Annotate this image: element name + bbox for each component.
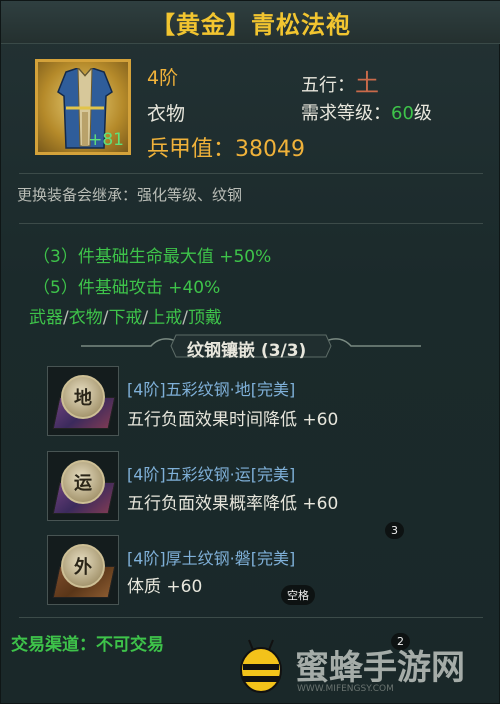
item-tooltip: 【黄金】青松法袍 +81 4阶 衣物 兵甲值：38049 五行：土 需求等级：6…	[0, 0, 500, 704]
bee-logo-icon	[240, 639, 282, 693]
inherit-note: 更换装备会继承：强化等级、纹钢	[17, 186, 243, 204]
set-bonus-3: （3）件基础生命最大值 +50%	[33, 247, 272, 267]
enhance-level: +81	[88, 130, 124, 150]
divider	[19, 173, 483, 174]
socket-3-effect: 体质 +60	[127, 577, 203, 597]
req-label: 需求等级：	[301, 103, 391, 124]
socket-2-effect: 五行负面效果概率降低 +60	[127, 494, 339, 514]
item-icon-frame[interactable]: +81	[35, 59, 131, 155]
socket-1-effect: 五行负面效果时间降低 +60	[127, 410, 339, 430]
sockets-header: 纹钢镶嵌 (3/3)	[187, 341, 307, 361]
socket-2-name: [4阶]五彩纹钢·运[完美]	[127, 465, 296, 484]
set-part-weapon: 武器	[29, 308, 63, 328]
set-part-robe: 衣物	[68, 308, 103, 328]
divider	[19, 617, 483, 618]
set-part-lower-ring: 下戒	[108, 308, 143, 328]
trade-channel: 交易渠道：不可交易	[11, 635, 164, 655]
item-category: 衣物	[147, 103, 186, 125]
item-tier: 4阶	[147, 67, 179, 89]
gem-earth-icon: 地	[61, 375, 105, 419]
set-part-crown: 顶戴	[187, 308, 222, 328]
set-parts: 武器/衣物/下戒/上戒/顶戴	[29, 308, 222, 328]
badge-3: 3	[385, 522, 404, 539]
item-title: 【黄金】青松法袍	[151, 10, 351, 39]
watermark-text: 蜜蜂手游网	[295, 648, 465, 688]
power-label: 兵甲值：	[147, 137, 236, 162]
socket-3-name: [4阶]厚土纹钢·磐[完美]	[127, 549, 296, 568]
socket-slot-1[interactable]: 地	[47, 366, 119, 436]
watermark-url: WWW.MIFENGSY.COM	[297, 684, 394, 694]
power-value: 38049	[235, 137, 306, 162]
set-part-upper-ring: 上戒	[148, 308, 183, 328]
divider	[19, 223, 483, 224]
badge-space: 空格	[281, 585, 315, 605]
power-row: 兵甲值：38049	[147, 131, 305, 163]
gem-luck-icon: 运	[61, 460, 105, 504]
req-level: 60	[391, 103, 414, 124]
socket-slot-3[interactable]: 外	[47, 535, 119, 605]
watermark: 蜜蜂手游网 WWW.MIFENGSY.COM	[233, 634, 483, 698]
set-bonus-5: （5）件基础攻击 +40%	[33, 278, 221, 298]
req-unit: 级	[413, 103, 432, 124]
requirement-row: 需求等级：60级	[301, 99, 432, 125]
element-earth-icon: 土	[355, 69, 379, 97]
element-row: 五行：土	[301, 63, 379, 98]
socket-1-name: [4阶]五彩纹钢·地[完美]	[127, 380, 296, 399]
gem-outer-icon: 外	[61, 544, 105, 588]
element-label: 五行：	[301, 75, 355, 96]
title-bar: 【黄金】青松法袍	[1, 1, 500, 44]
socket-slot-2[interactable]: 运	[47, 451, 119, 521]
